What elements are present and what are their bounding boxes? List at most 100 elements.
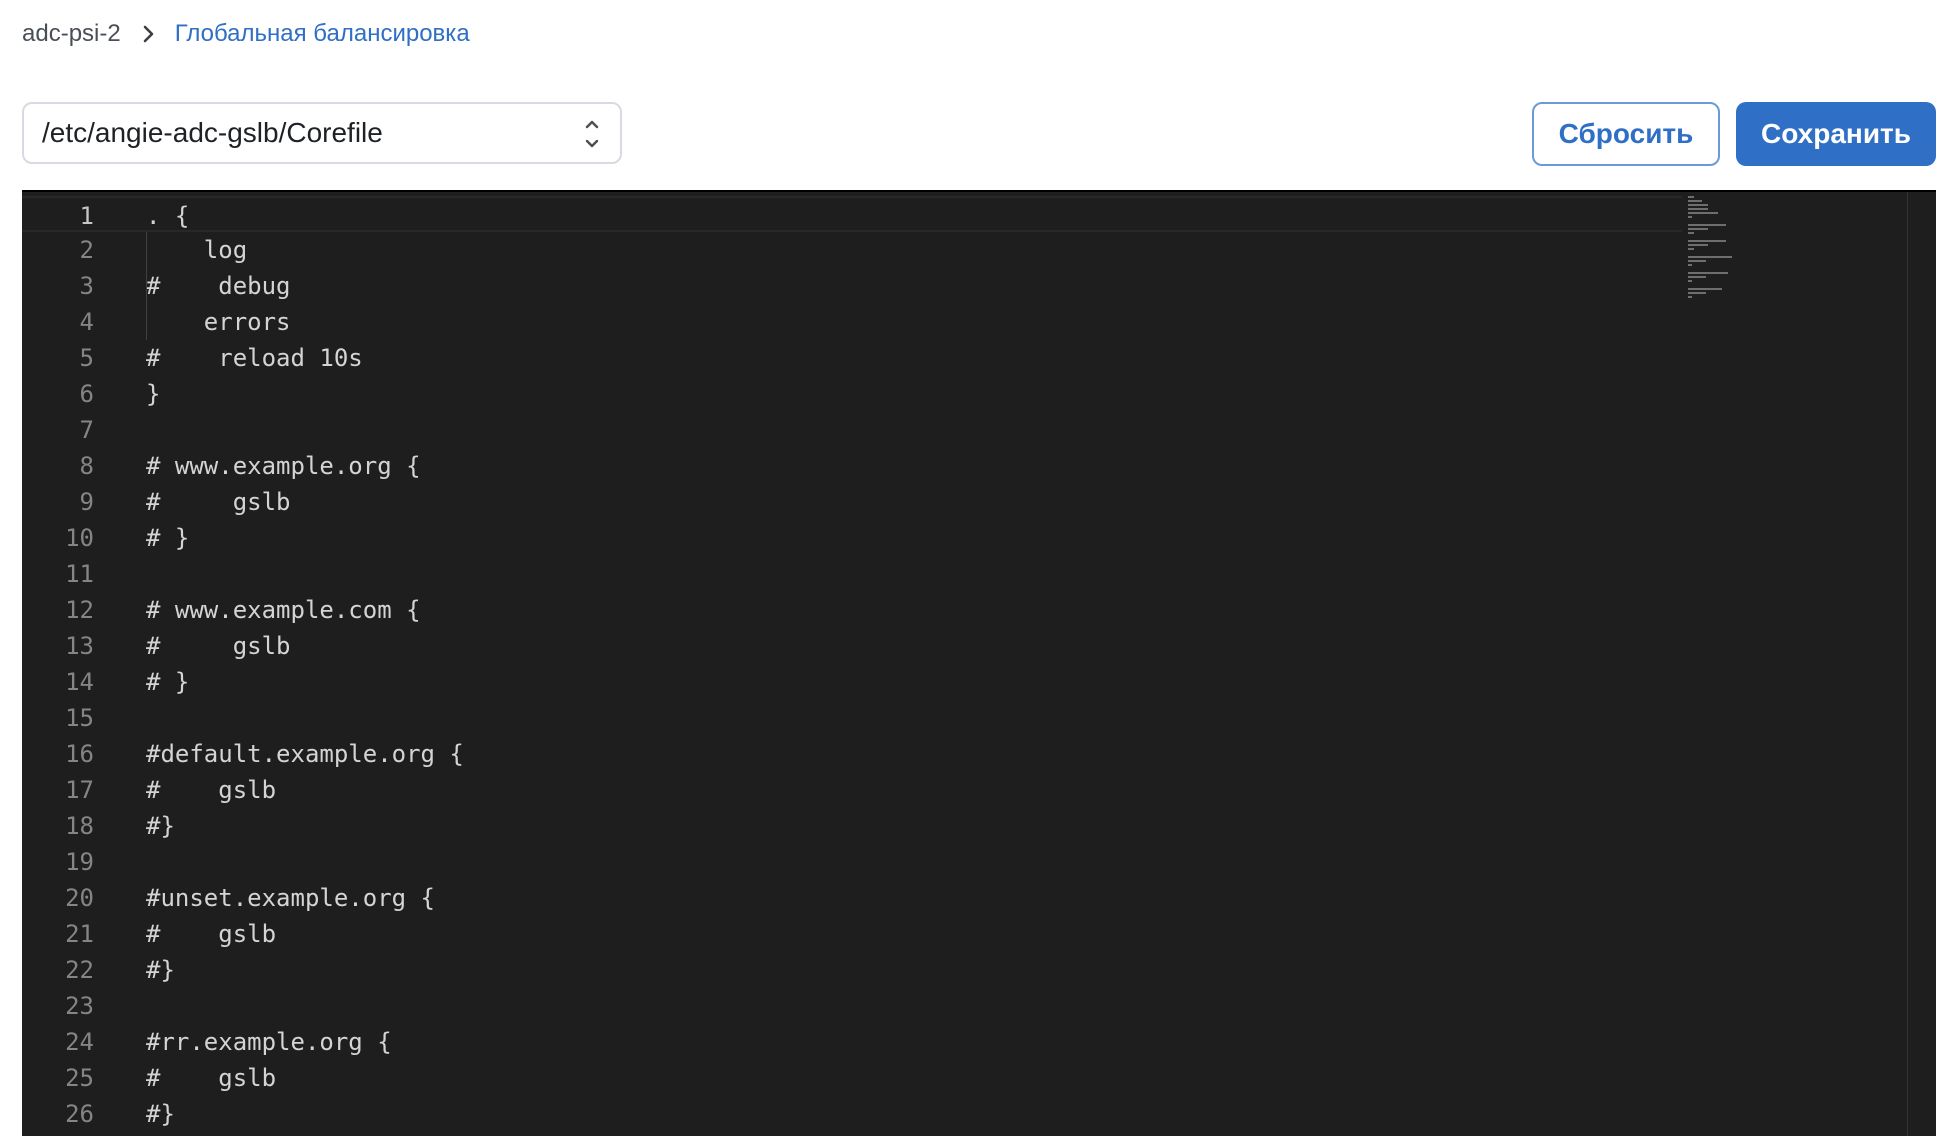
code-editor[interactable]: 1. {2 log 3 # debug 4 errors 5 # reload 10s 6}… bbox=[22, 190, 1936, 1136]
editor-line[interactable]: 12 # www.example.com { bbox=[22, 592, 1936, 628]
editor-line[interactable]: 13 # gslb bbox=[22, 628, 1936, 664]
code-text[interactable]: log bbox=[146, 232, 247, 268]
line-number: 17 bbox=[65, 776, 94, 804]
minimap-line bbox=[1688, 280, 1692, 282]
code-text[interactable]: #} bbox=[146, 1096, 175, 1132]
editor-line[interactable]: 5 # reload 10s bbox=[22, 340, 1936, 376]
minimap-line bbox=[1688, 200, 1702, 202]
editor-line[interactable]: 17 # gslb bbox=[22, 772, 1936, 808]
line-number: 25 bbox=[65, 1064, 94, 1092]
line-number: 5 bbox=[79, 344, 94, 372]
code-text[interactable]: # gslb bbox=[146, 916, 276, 952]
editor-line[interactable]: 8 # www.example.org { bbox=[22, 448, 1936, 484]
editor-line[interactable]: 21 # gslb bbox=[22, 916, 1936, 952]
code-text[interactable]: # gslb bbox=[146, 484, 291, 520]
minimap-line bbox=[1688, 212, 1718, 214]
code-text[interactable]: # gslb bbox=[146, 1060, 276, 1096]
minimap-line bbox=[1688, 292, 1706, 294]
line-number: 26 bbox=[65, 1100, 94, 1128]
editor-line[interactable]: 9 # gslb bbox=[22, 484, 1936, 520]
minimap-line bbox=[1688, 288, 1722, 290]
code-text[interactable]: # } bbox=[146, 520, 189, 556]
code-text[interactable]: # gslb bbox=[146, 772, 276, 808]
minimap-line bbox=[1688, 224, 1726, 226]
code-text[interactable]: #rr.example.org { bbox=[146, 1024, 392, 1060]
minimap-line bbox=[1688, 208, 1708, 210]
line-number: 12 bbox=[65, 596, 94, 624]
line-number: 22 bbox=[65, 956, 94, 984]
code-text[interactable]: # www.example.org { bbox=[146, 448, 421, 484]
file-select-value: /etc/angie-adc-gslb/Corefile bbox=[42, 117, 383, 148]
code-text[interactable]: errors bbox=[146, 304, 291, 340]
code-text[interactable]: # } bbox=[146, 664, 189, 700]
minimap-line bbox=[1688, 296, 1692, 298]
editor-line[interactable]: 1 . { bbox=[22, 196, 1682, 232]
editor-line[interactable]: 3 # debug bbox=[22, 268, 1936, 304]
minimap-line bbox=[1688, 272, 1728, 274]
reset-button[interactable]: Сбросить bbox=[1532, 102, 1720, 166]
editor-line[interactable]: 14 # } bbox=[22, 664, 1936, 700]
breadcrumb-current[interactable]: Глобальная балансировка bbox=[175, 20, 470, 48]
save-button[interactable]: Сохранить bbox=[1736, 102, 1936, 166]
code-text[interactable]: #unset.example.org { bbox=[146, 880, 435, 916]
editor-line[interactable]: 25 # gslb bbox=[22, 1060, 1936, 1096]
code-text[interactable]: #} bbox=[146, 808, 175, 844]
line-number: 2 bbox=[79, 236, 94, 264]
editor-line[interactable]: 2 log bbox=[22, 232, 1936, 268]
breadcrumb: adc-psi-2 Глобальная балансировка bbox=[22, 18, 470, 50]
editor-line[interactable]: 15 bbox=[22, 700, 1936, 736]
line-number: 3 bbox=[79, 272, 94, 300]
minimap-line bbox=[1688, 244, 1708, 246]
line-number: 9 bbox=[79, 488, 94, 516]
line-number: 13 bbox=[65, 632, 94, 660]
code-text[interactable]: # gslb bbox=[146, 628, 291, 664]
editor-line[interactable]: 22 #} bbox=[22, 952, 1936, 988]
editor-line[interactable]: 19 bbox=[22, 844, 1936, 880]
chevron-right-icon bbox=[143, 25, 155, 43]
line-number: 24 bbox=[65, 1028, 94, 1056]
line-number: 7 bbox=[79, 416, 94, 444]
code-text[interactable]: # reload 10s bbox=[146, 340, 363, 376]
code-text[interactable]: . { bbox=[146, 198, 189, 234]
line-number: 21 bbox=[65, 920, 94, 948]
editor-line[interactable]: 24 #rr.example.org { bbox=[22, 1024, 1936, 1060]
code-text[interactable]: } bbox=[146, 376, 160, 412]
breadcrumb-root[interactable]: adc-psi-2 bbox=[22, 20, 121, 48]
line-number: 10 bbox=[65, 524, 94, 552]
minimap[interactable] bbox=[1688, 192, 1778, 1136]
minimap-line bbox=[1688, 228, 1708, 230]
minimap-line bbox=[1688, 264, 1692, 266]
code-text[interactable]: # debug bbox=[146, 268, 291, 304]
line-number: 14 bbox=[65, 668, 94, 696]
code-text[interactable]: # www.example.com { bbox=[146, 592, 421, 628]
code-text[interactable]: #} bbox=[146, 952, 175, 988]
minimap-line bbox=[1688, 256, 1732, 258]
editor-line[interactable]: 4 errors bbox=[22, 304, 1936, 340]
file-select[interactable]: /etc/angie-adc-gslb/Corefile bbox=[22, 102, 622, 164]
line-number: 8 bbox=[79, 452, 94, 480]
indent-guide bbox=[146, 232, 147, 340]
minimap-line bbox=[1688, 276, 1706, 278]
line-number: 16 bbox=[65, 740, 94, 768]
editor-line[interactable]: 10 # } bbox=[22, 520, 1936, 556]
line-number: 4 bbox=[79, 308, 94, 336]
line-number: 6 bbox=[79, 380, 94, 408]
line-number: 1 bbox=[79, 202, 94, 230]
scrollbar[interactable] bbox=[1907, 192, 1936, 1136]
editor-line[interactable]: 16 #default.example.org { bbox=[22, 736, 1936, 772]
minimap-line bbox=[1688, 232, 1694, 234]
line-number: 23 bbox=[65, 992, 94, 1020]
editor-line[interactable]: 6} bbox=[22, 376, 1936, 412]
line-number: 18 bbox=[65, 812, 94, 840]
minimap-line bbox=[1688, 260, 1706, 262]
minimap-line bbox=[1688, 248, 1694, 250]
editor-line[interactable]: 23 bbox=[22, 988, 1936, 1024]
chevron-updown-icon bbox=[584, 117, 600, 158]
code-text[interactable]: #default.example.org { bbox=[146, 736, 464, 772]
editor-line[interactable]: 20 #unset.example.org { bbox=[22, 880, 1936, 916]
minimap-line bbox=[1688, 196, 1694, 198]
editor-line[interactable]: 11 bbox=[22, 556, 1936, 592]
editor-line[interactable]: 26 #} bbox=[22, 1096, 1936, 1132]
editor-line[interactable]: 18 #} bbox=[22, 808, 1936, 844]
editor-line[interactable]: 7 bbox=[22, 412, 1936, 448]
